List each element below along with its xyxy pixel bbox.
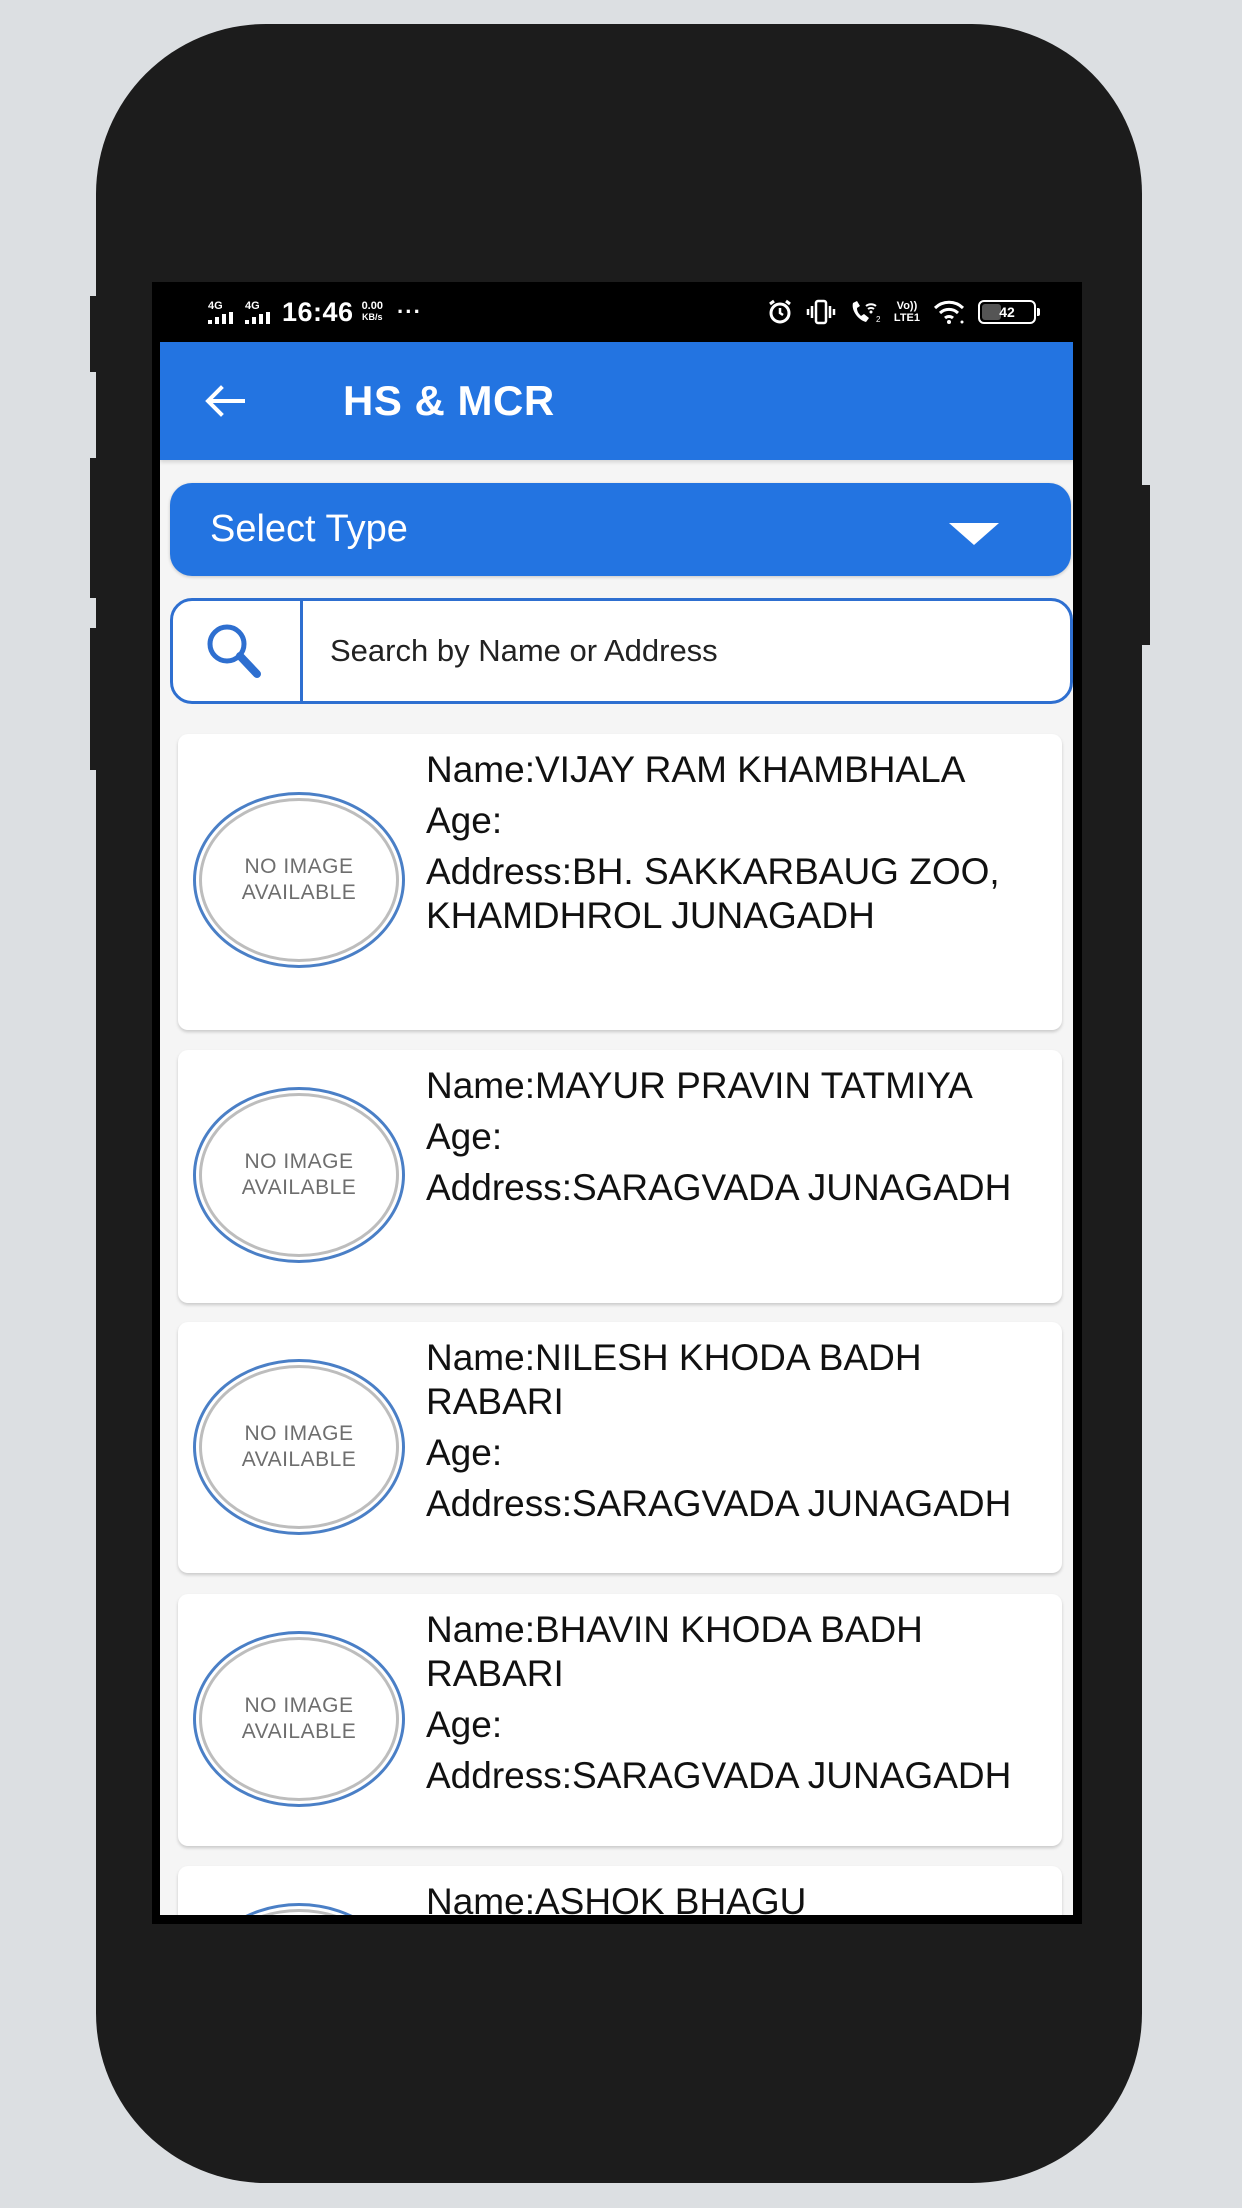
record-info: Name:MAYUR PRAVIN TATMIYA Age: Address:S… <box>426 1064 1026 1217</box>
age-label: Age: <box>426 1704 503 1745</box>
no-image-line-1: NO IMAGE <box>244 1694 354 1717</box>
status-time: 16:46 <box>282 296 354 327</box>
record-name: Name:BHAVIN KHODA BADH RABARI <box>426 1608 1026 1696</box>
record-age: Age: <box>426 799 1026 843</box>
avatar-placeholder: NO IMAGE AVAILABLE <box>193 1359 405 1535</box>
no-image-line-1: NO IMAGE <box>244 855 354 878</box>
search-icon <box>207 624 261 678</box>
signal-sim1-icon: 4G <box>208 299 233 324</box>
name-label: Name: <box>426 749 535 790</box>
no-image-text: NO IMAGE AVAILABLE <box>242 1149 357 1201</box>
record-info: Name:VIJAY RAM KHAMBHALA Age: Address:BH… <box>426 748 1026 945</box>
age-label: Age: <box>426 1116 503 1157</box>
avatar-placeholder: NO IMAGE AVAILABLE <box>193 1631 405 1807</box>
record-address: Address:SARAGVADA JUNAGADH <box>426 1482 1026 1526</box>
app-bar: HS & MCR <box>160 342 1073 460</box>
record-info: Name:BHAVIN KHODA BADH RABARI Age: Addre… <box>426 1608 1026 1805</box>
wifi-calling-icon: 2 <box>848 298 882 326</box>
address-value: SARAGVADA JUNAGADH <box>572 1167 1012 1208</box>
record-address: Address:SARAGVADA JUNAGADH <box>426 1166 1026 1210</box>
search-box <box>170 598 1073 704</box>
record-info: Name:ASHOK BHAGU Age: Address: <box>426 1880 1026 1915</box>
record-card[interactable]: NO IMAGE AVAILABLE Name:ASHOK BHAGU Age:… <box>178 1866 1062 1915</box>
record-info: Name:NILESH KHODA BADH RABARI Age: Addre… <box>426 1336 1026 1533</box>
avatar-placeholder: NO IMAGE AVAILABLE <box>193 1903 405 1915</box>
record-address: Address:BH. SAKKARBAUG ZOO, KHAMDHROL JU… <box>426 850 1026 938</box>
record-name: Name:ASHOK BHAGU <box>426 1880 1026 1915</box>
name-value: MAYUR PRAVIN TATMIYA <box>534 1065 973 1106</box>
alarm-icon <box>766 298 794 326</box>
no-image-text: NO IMAGE AVAILABLE <box>242 1421 357 1473</box>
record-age: Age: <box>426 1703 1026 1747</box>
name-value: VIJAY RAM KHAMBHALA <box>534 749 966 790</box>
no-image-line-2: AVAILABLE <box>241 881 357 904</box>
network-speed-value: 0.00 <box>361 300 383 312</box>
lte-label: LTE1 <box>893 312 920 324</box>
phone-screen: 4G 4G 16:46 0.00 KB/s ··· 2 Vo)) LTE1 42… <box>152 282 1082 1924</box>
battery-fill <box>982 304 1001 320</box>
record-card[interactable]: NO IMAGE AVAILABLE Name:MAYUR PRAVIN TAT… <box>178 1050 1062 1303</box>
age-label: Age: <box>426 800 503 841</box>
name-label: Name: <box>426 1609 535 1650</box>
no-image-line-2: AVAILABLE <box>241 1720 357 1743</box>
address-label: Address: <box>426 1167 573 1208</box>
address-label: Address: <box>426 851 573 892</box>
record-address: Address:SARAGVADA JUNAGADH <box>426 1754 1026 1798</box>
back-button[interactable] <box>200 376 250 426</box>
no-image-line-1: NO IMAGE <box>244 1150 354 1173</box>
address-label: Address: <box>426 1755 573 1796</box>
search-button[interactable] <box>173 601 303 701</box>
arrow-left-icon <box>205 385 245 417</box>
search-input[interactable] <box>303 601 1063 701</box>
app-content: HS & MCR Select Type NO IMAGE AVAILABLE <box>160 342 1073 1915</box>
name-label: Name: <box>426 1337 535 1378</box>
no-image-text: NO IMAGE AVAILABLE <box>242 1693 357 1745</box>
vibrate-icon <box>806 298 836 326</box>
more-notifications-icon: ··· <box>396 299 422 324</box>
no-image-line-2: AVAILABLE <box>241 1448 357 1471</box>
network-speed: 0.00 KB/s <box>362 301 383 323</box>
volte-icon: Vo)) LTE1 <box>894 300 920 324</box>
name-label: Name: <box>426 1065 535 1106</box>
volte-label: Vo)) <box>896 300 918 312</box>
network-type-sim2: 4G <box>245 299 260 312</box>
svg-text:2: 2 <box>876 315 881 324</box>
select-type-label: Select Type <box>210 508 408 550</box>
record-name: Name:NILESH KHODA BADH RABARI <box>426 1336 1026 1424</box>
status-bar: 4G 4G 16:46 0.00 KB/s ··· 2 Vo)) LTE1 42 <box>152 282 1082 342</box>
record-card[interactable]: NO IMAGE AVAILABLE Name:VIJAY RAM KHAMBH… <box>178 734 1062 1030</box>
avatar-inner-ring <box>199 1909 399 1915</box>
avatar-placeholder: NO IMAGE AVAILABLE <box>193 1087 405 1263</box>
record-name: Name:MAYUR PRAVIN TATMIYA <box>426 1064 1026 1108</box>
record-card[interactable]: NO IMAGE AVAILABLE Name:NILESH KHODA BAD… <box>178 1322 1062 1573</box>
record-age: Age: <box>426 1431 1026 1475</box>
no-image-text: NO IMAGE AVAILABLE <box>242 854 357 906</box>
network-type-sim1: 4G <box>208 299 223 312</box>
address-label: Address: <box>426 1483 573 1524</box>
avatar-placeholder: NO IMAGE AVAILABLE <box>193 792 405 968</box>
record-card[interactable]: NO IMAGE AVAILABLE Name:BHAVIN KHODA BAD… <box>178 1594 1062 1846</box>
no-image-line-2: AVAILABLE <box>241 1176 357 1199</box>
age-label: Age: <box>426 1432 503 1473</box>
record-name: Name:VIJAY RAM KHAMBHALA <box>426 748 1026 792</box>
name-label: Name: <box>426 1881 535 1915</box>
address-value: SARAGVADA JUNAGADH <box>572 1483 1012 1524</box>
name-value: ASHOK BHAGU <box>534 1881 807 1915</box>
dropdown-caret-icon <box>949 523 999 545</box>
record-age: Age: <box>426 1115 1026 1159</box>
select-type-dropdown[interactable]: Select Type <box>170 483 1071 576</box>
signal-sim2-icon: 4G <box>245 299 270 324</box>
network-speed-unit: KB/s <box>362 312 383 322</box>
no-image-line-1: NO IMAGE <box>244 1422 354 1445</box>
wifi-icon <box>932 299 966 325</box>
battery-level: 42 <box>999 304 1015 320</box>
address-value: SARAGVADA JUNAGADH <box>572 1755 1012 1796</box>
battery-icon: 42 <box>978 300 1040 324</box>
page-title: HS & MCR <box>343 377 555 424</box>
